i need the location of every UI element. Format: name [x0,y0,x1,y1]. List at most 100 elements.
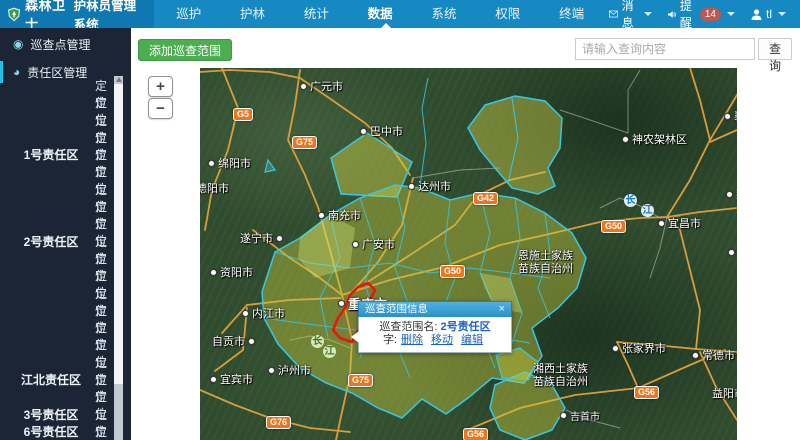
region-line: 苗族自治州 [518,263,573,276]
city-marker-icon [276,235,283,242]
scrollbar-thumb[interactable] [114,84,123,384]
region-line: 湘西土家族 [533,363,588,376]
list-item: 定位 [0,318,113,335]
satellite-map[interactable]: 广元市巴中市达州市绵阳市德阳市南充市遂宁市广安市资阳市内江市重庆市自贡市泸州市宜… [200,68,737,440]
search-input[interactable] [575,38,755,60]
city-label: 达州市 [408,178,451,194]
city-marker-icon [692,352,699,359]
nav-item-6[interactable]: 权限管理 [481,0,545,28]
city-label: 内江市 [242,305,285,321]
list-item: 3号责任区定位 [0,405,113,422]
add-patrol-range-button[interactable]: 添加巡查范围 [138,39,232,61]
city-label: 泸州市 [268,362,311,378]
city-label: 宜宾市 [210,371,253,387]
nav-item-4[interactable]: 数据管理 [354,0,418,28]
city-marker-icon [728,249,735,256]
popup-op-编辑[interactable]: 编辑 [461,334,483,346]
patrol-range-info-popup: 巡查范围信息 × 巡查范围名: 2号责任区 字:删除移动编辑 [358,301,512,353]
map-labels-layer: 广元市巴中市达州市绵阳市德阳市南充市遂宁市广安市资阳市内江市重庆市自贡市泸州市宜… [200,68,737,440]
highway-shield: G56 [634,386,659,399]
nav-item-2[interactable]: 护林日志 [226,0,290,28]
map-zoom-in-button[interactable]: + [148,76,173,97]
city-name: 巴中市 [370,123,403,139]
city-name: 达州市 [418,178,451,194]
popup-actions-row: 字:删除移动编辑 [363,334,507,347]
sidebar: ◉ 巡查点管理 ◕ 责任区管理 定位定位定位定位1号责任区定位定位定位定位定位2… [0,28,131,440]
city-name: 宜宾市 [220,371,253,387]
nav-item-3[interactable]: 统计报表 [290,0,354,28]
list-item: 定位 [0,162,113,179]
highway-shield: G56 [463,428,488,440]
highway-shield: G76 [266,416,291,429]
city-marker-icon [408,183,415,190]
city-name: 吉首市 [570,408,600,423]
main-menu: 巡护跟踪护林日志统计报表数据管理系统管理权限管理终端管理 [162,0,609,28]
region-label: 湘西土家族苗族自治州 [533,363,588,389]
city-name: 益阳市 [712,385,737,401]
list-item: 定位 [0,353,113,370]
city-label: 常德市 [692,347,735,363]
list-item: 2号责任区定位 [0,232,113,249]
list-item: 定位 [0,180,113,197]
city-label: 南充市 [318,207,361,223]
messages-dropdown[interactable]: 消息 [609,0,652,31]
river-label: 江 [323,345,336,358]
city-label: 荆州市 [728,244,737,260]
city-name: 南充市 [328,207,361,223]
user-dropdown[interactable]: tl [751,7,786,21]
city-name: 内江市 [252,305,285,321]
region-line: 苗族自治州 [533,376,588,389]
list-item: 定位 [0,128,113,145]
sidebar-item-patrol-points[interactable]: ◉ 巡查点管理 [0,33,131,55]
list-item: 6号责任区定位 [0,422,113,439]
city-label: 张家界市 [612,340,666,356]
locate-link[interactable]: 定位 [95,423,113,440]
city-marker-icon [242,310,249,317]
username-label: tl [766,7,772,21]
scroll-up-arrow-icon[interactable] [116,77,122,82]
city-label: 宜昌市 [658,215,701,231]
city-marker-icon [210,376,217,383]
popup-op-移动[interactable]: 移动 [431,334,453,346]
list-item: 定位 [0,76,113,93]
list-item: 定位 [0,111,113,128]
chevron-down-icon [644,12,652,16]
nav-item-1[interactable]: 巡护跟踪 [162,0,226,28]
alerts-dropdown[interactable]: 提醒 14 [668,0,735,31]
highway-shield: G75 [348,374,373,387]
responsibility-area-label: 江北责任区 [12,371,90,388]
popup-title-bar[interactable]: 巡查范围信息 × [358,301,512,317]
list-item: 1号责任区定位 [0,145,113,162]
map-zoom-out-button[interactable]: − [148,98,173,119]
city-marker-icon [210,269,217,276]
city-marker-icon [724,113,731,120]
responsibility-area-label: 2号责任区 [12,233,90,250]
city-name: 张家界市 [622,340,666,356]
highway-shield: G50 [440,265,465,278]
city-marker-icon [338,300,345,307]
city-name: 遂宁市 [240,230,273,246]
city-label: 广安市 [352,236,395,252]
city-marker-icon [318,212,325,219]
nav-item-7[interactable]: 终端管理 [545,0,609,28]
shield-logo-icon [8,6,20,23]
close-icon[interactable]: × [499,302,505,317]
search-button[interactable]: 查询 [758,38,792,60]
sidebar-menu: ◉ 巡查点管理 ◕ 责任区管理 [0,28,131,83]
list-item: 江北责任区定位 [0,370,113,387]
alerts-label: 提醒 [680,0,696,31]
city-marker-icon [208,160,215,167]
city-name: 德阳市 [200,180,229,196]
app-window: 森林卫士 护林员管理系统 巡护跟踪护林日志统计报表数据管理系统管理权限管理终端管… [0,0,800,440]
city-label: 自贡市 [212,333,255,349]
list-item: 定位 [0,197,113,214]
nav-item-5[interactable]: 系统管理 [417,0,481,28]
alerts-count-badge: 14 [700,8,721,21]
chevron-down-icon [778,12,786,16]
list-item: 定位 [0,93,113,110]
city-name: 广安市 [362,236,395,252]
city-name: 泸州市 [278,362,311,378]
sidebar-scrollbar[interactable] [114,76,123,440]
city-marker-icon [360,128,367,135]
popup-op-删除[interactable]: 删除 [401,334,423,346]
